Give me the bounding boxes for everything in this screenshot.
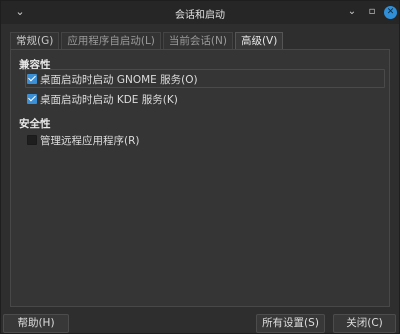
- remote-apps-checkbox-row[interactable]: 管理远程应用程序(R): [27, 133, 140, 147]
- close-button[interactable]: 关闭(C): [333, 314, 396, 333]
- tab-bar: 常规(G) 应用程序自启动(L) 当前会话(N) 高级(V): [10, 32, 285, 49]
- kde-services-checkbox[interactable]: [27, 94, 37, 104]
- security-heading: 安全性: [19, 118, 51, 130]
- remote-apps-checkbox[interactable]: [27, 135, 37, 145]
- tab-current-session[interactable]: 当前会话(N): [162, 32, 233, 49]
- gnome-services-checkbox-row[interactable]: 桌面启动时启动 GNOME 服务(O): [27, 72, 198, 86]
- advanced-panel: 兼容性 桌面启动时启动 GNOME 服务(O) 桌面启动时启动 KDE 服务(K…: [10, 49, 390, 307]
- gnome-services-checkbox[interactable]: [27, 74, 37, 84]
- maximize-icon[interactable]: ▫: [365, 5, 379, 19]
- all-settings-button[interactable]: 所有设置(S): [256, 314, 325, 333]
- tab-advanced[interactable]: 高级(V): [234, 32, 284, 49]
- gnome-services-label: 桌面启动时启动 GNOME 服务(O): [40, 73, 198, 86]
- kde-services-label: 桌面启动时启动 KDE 服务(K): [40, 93, 178, 106]
- remote-apps-label: 管理远程应用程序(R): [40, 134, 140, 147]
- help-button[interactable]: 帮助(H): [3, 314, 69, 333]
- title-bar: ⌄ 会话和启动 ⌄ ▫ ✕: [1, 1, 399, 24]
- kde-services-checkbox-row[interactable]: 桌面启动时启动 KDE 服务(K): [27, 92, 178, 106]
- minimize-icon[interactable]: ⌄: [345, 5, 359, 19]
- tab-general[interactable]: 常规(G): [10, 32, 60, 49]
- session-startup-window: ⌄ 会话和启动 ⌄ ▫ ✕ 常规(G) 应用程序自启动(L) 当前会话(N) 高…: [0, 0, 400, 334]
- close-window-icon[interactable]: ✕: [384, 6, 397, 19]
- tab-autostart[interactable]: 应用程序自启动(L): [61, 32, 161, 49]
- window-title: 会话和启动: [175, 10, 225, 21]
